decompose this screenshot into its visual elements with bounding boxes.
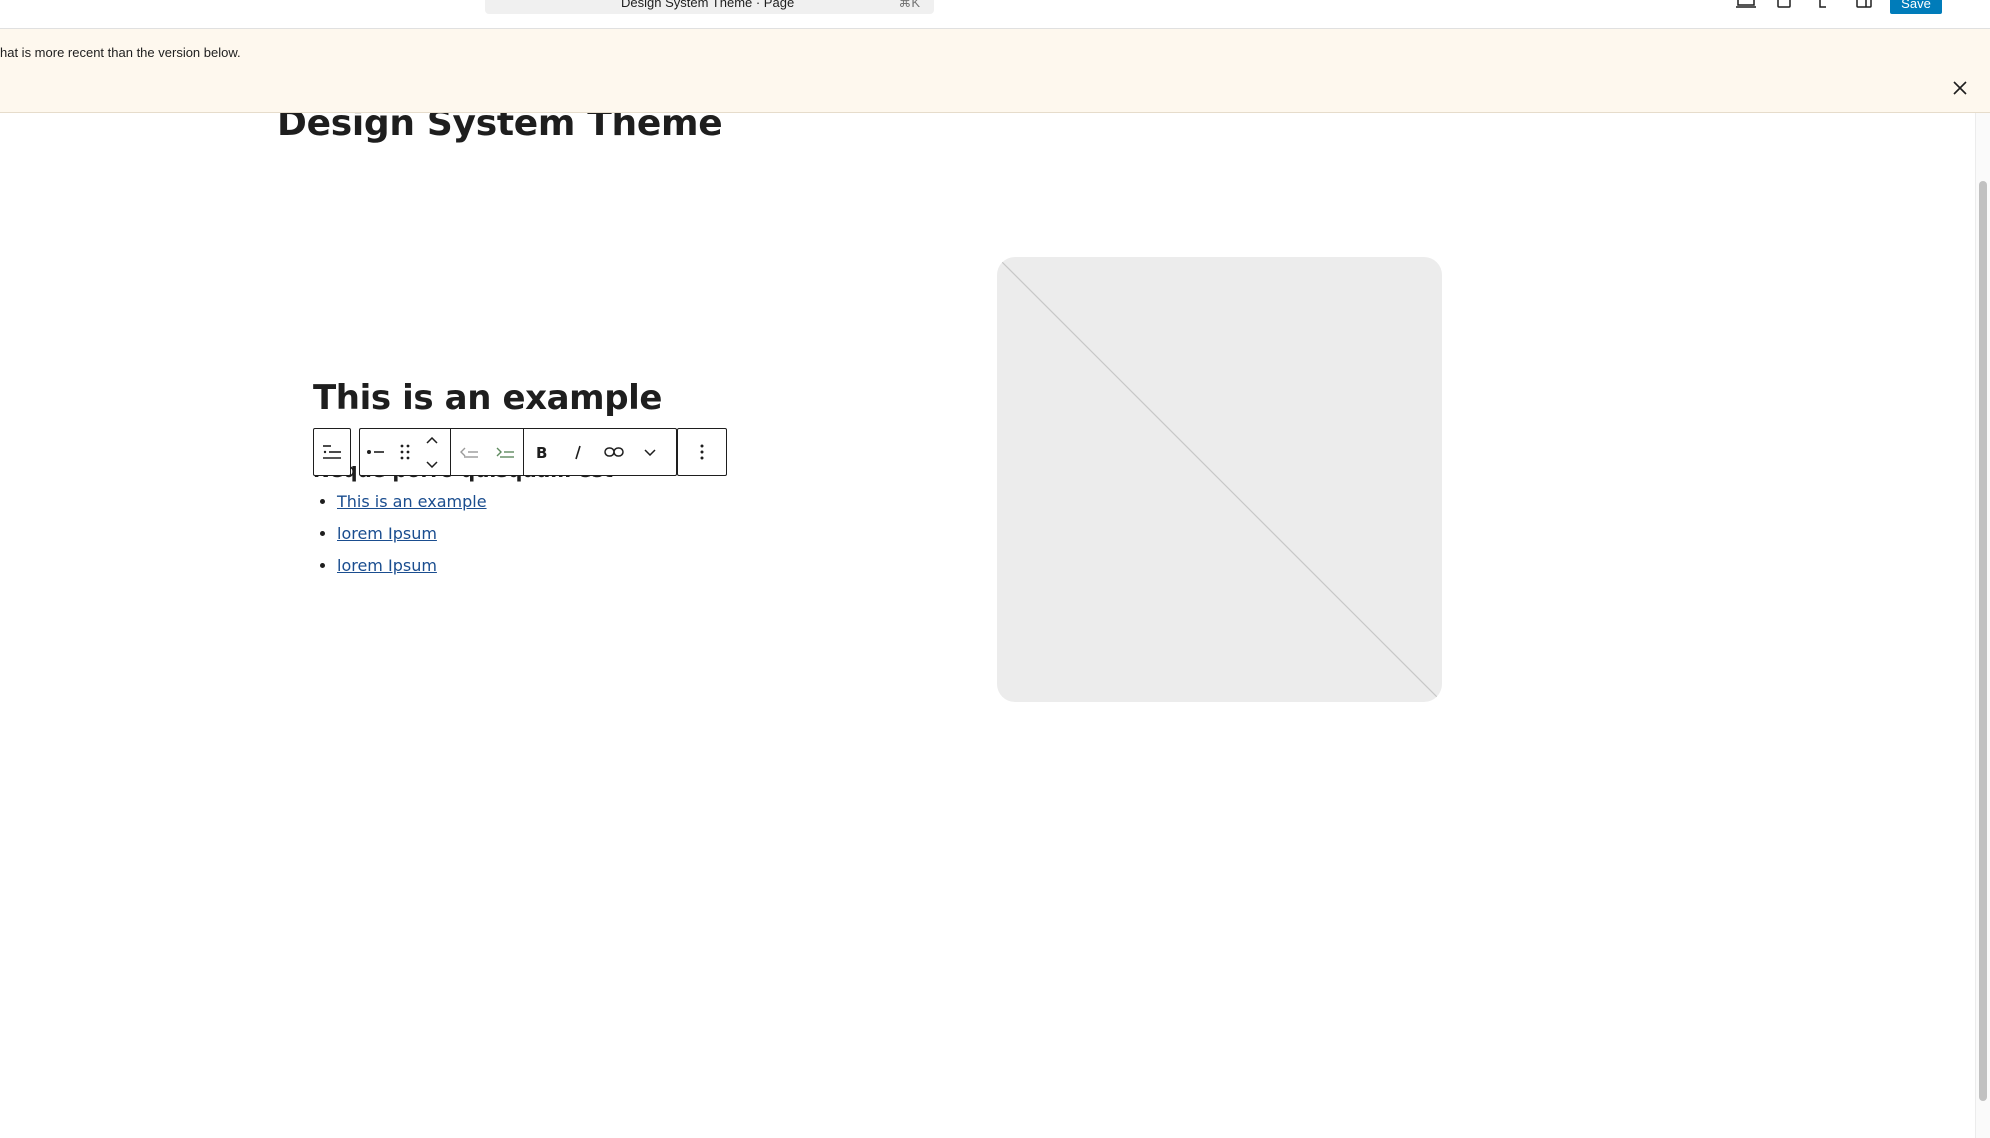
document-bar[interactable]: Design System Theme · Page ⌘K bbox=[485, 0, 934, 14]
page-title[interactable]: Design System Theme bbox=[277, 113, 723, 144]
more-formats-icon[interactable] bbox=[632, 429, 668, 475]
italic-icon[interactable] bbox=[560, 429, 596, 475]
scrollbar-thumb[interactable] bbox=[1979, 181, 1987, 1101]
close-icon[interactable] bbox=[1948, 76, 1972, 100]
bold-icon[interactable]: B bbox=[524, 429, 560, 475]
list-item: lorem Ipsum bbox=[337, 518, 487, 550]
notice-text: hat is more recent than the version belo… bbox=[0, 45, 241, 60]
format-group: B bbox=[523, 428, 677, 476]
move-down-icon[interactable] bbox=[426, 455, 438, 473]
image-placeholder[interactable] bbox=[997, 257, 1442, 702]
move-up-icon[interactable] bbox=[426, 431, 438, 449]
indent-group bbox=[450, 428, 523, 476]
command-shortcut: ⌘K bbox=[898, 0, 920, 10]
block-controls-group bbox=[359, 428, 450, 476]
preview-icon[interactable] bbox=[1735, 0, 1757, 10]
block-toolbar: B bbox=[313, 428, 735, 476]
link-icon[interactable] bbox=[596, 429, 632, 475]
autosave-notice: hat is more recent than the version belo… bbox=[0, 29, 1990, 113]
svg-text:B: B bbox=[536, 445, 547, 460]
options-icon[interactable] bbox=[678, 429, 726, 475]
outdent-icon[interactable] bbox=[451, 429, 487, 475]
editor-canvas: Design System Theme This is an example N… bbox=[0, 113, 1975, 1138]
document-icon[interactable] bbox=[1812, 0, 1834, 10]
bullet-list-icon[interactable] bbox=[360, 429, 390, 475]
list-item-link[interactable]: This is an example bbox=[337, 492, 487, 511]
options-group bbox=[677, 428, 727, 476]
save-button[interactable]: Save bbox=[1890, 0, 1942, 14]
editor-header: Design System Theme · Page ⌘K Save bbox=[0, 0, 1990, 29]
view-icon[interactable] bbox=[1773, 0, 1795, 10]
document-title[interactable]: Design System Theme · Page bbox=[621, 0, 794, 10]
settings-icon[interactable] bbox=[1853, 0, 1875, 10]
heading-block[interactable]: This is an example bbox=[313, 378, 662, 418]
indent-icon[interactable] bbox=[487, 429, 523, 475]
list-block[interactable]: This is an example lorem Ipsum lorem Ips… bbox=[313, 486, 487, 582]
list-item-link[interactable]: lorem Ipsum bbox=[337, 556, 437, 575]
list-item-link[interactable]: lorem Ipsum bbox=[337, 524, 437, 543]
block-mover bbox=[420, 429, 444, 475]
list-item: lorem Ipsum bbox=[337, 550, 487, 582]
list-item: This is an example bbox=[337, 486, 487, 518]
parent-selector-group bbox=[313, 428, 351, 476]
more-menu-icon[interactable] bbox=[1958, 0, 1970, 12]
list-icon[interactable] bbox=[314, 429, 350, 475]
drag-handle-icon[interactable] bbox=[390, 429, 420, 475]
canvas-scrollbar[interactable] bbox=[1975, 113, 1990, 1138]
